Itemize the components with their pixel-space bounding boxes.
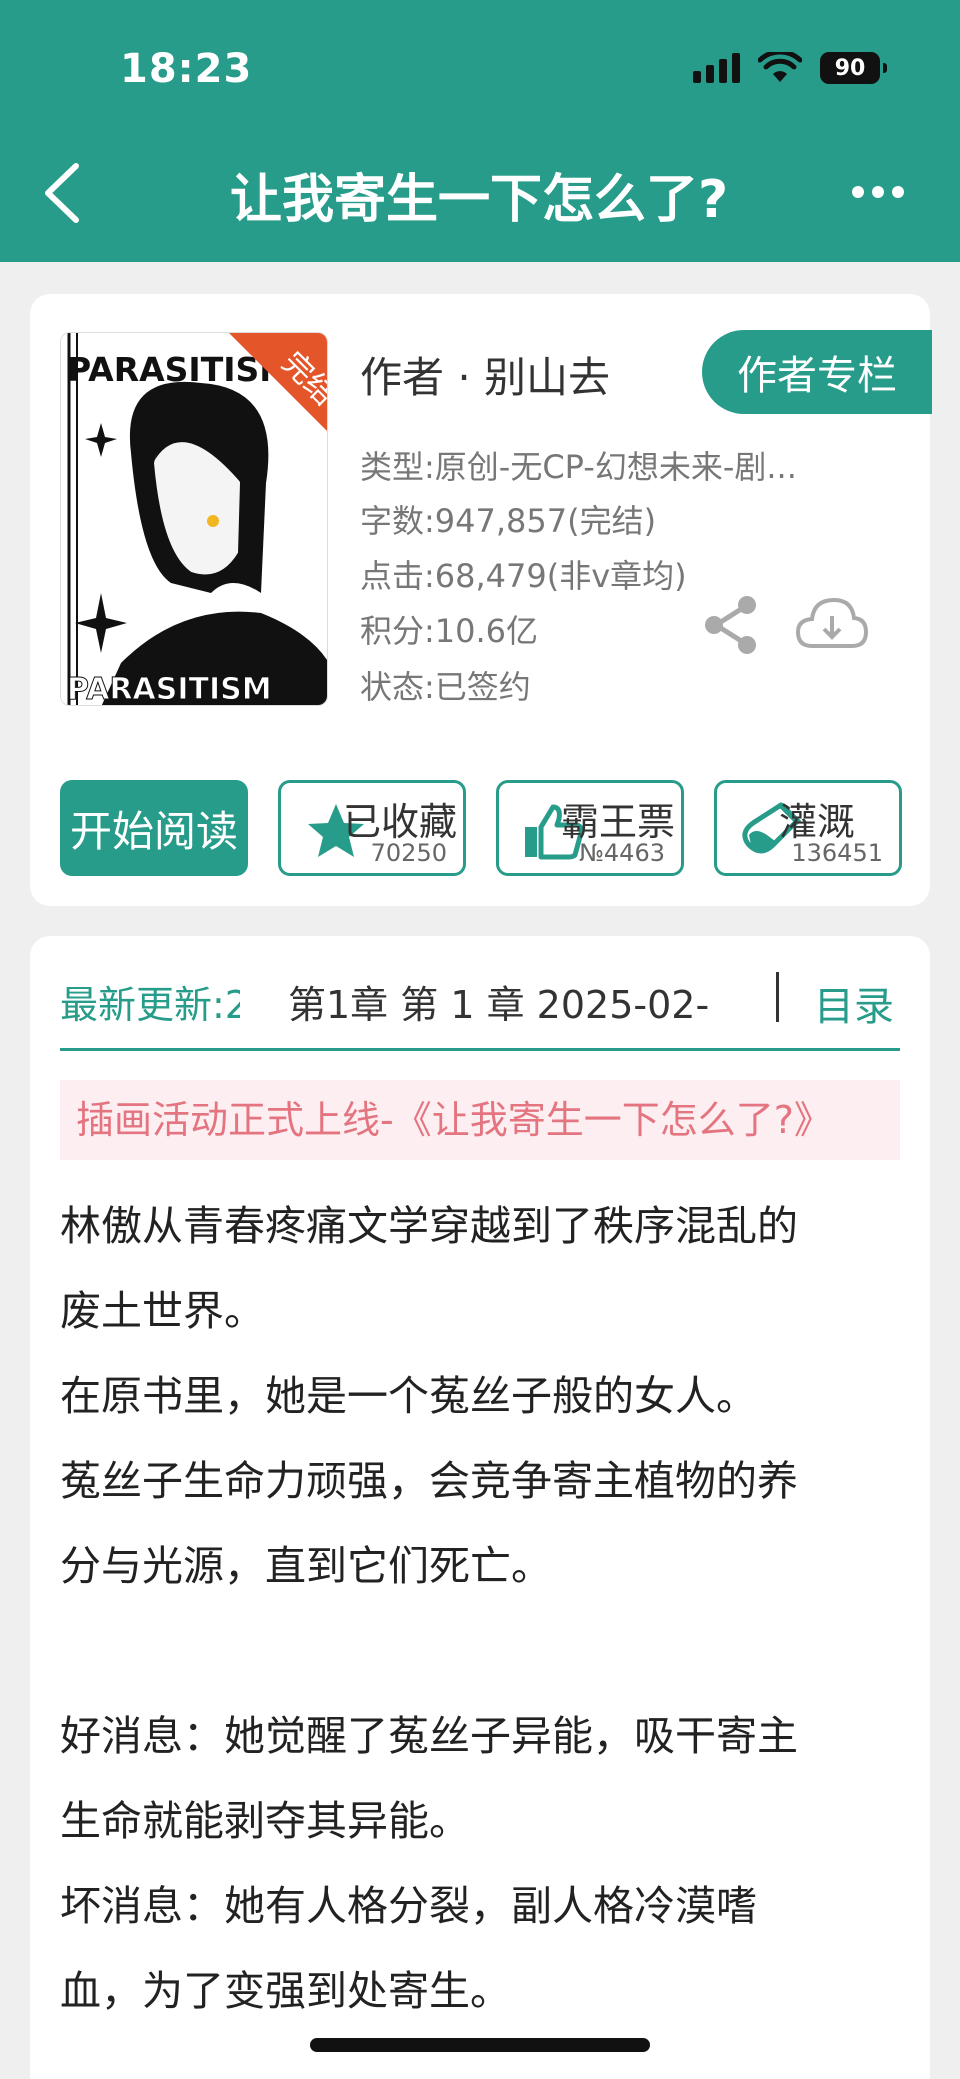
word-count: 字数:947,857(完结): [360, 502, 657, 540]
battery-icon: 90: [820, 52, 887, 84]
home-indicator: [310, 2038, 650, 2052]
status-icons: 90: [693, 52, 887, 84]
book-info-card: PARASITISM PARASITISM 完结 作者 · 别山去 作者专栏 类…: [30, 294, 932, 906]
vote-count: №4463: [578, 839, 665, 867]
status-time: 18:23: [120, 46, 253, 92]
share-icon[interactable]: [700, 594, 762, 656]
book-introduction: 林傲从青春疼痛文学穿越到了秩序混乱的 废土世界。 在原书里，她是一个菟丝子般的女…: [60, 1202, 798, 2015]
table-of-contents-link[interactable]: 目录: [814, 974, 894, 1032]
divider-line: [60, 1048, 900, 1051]
nutrient-count: 136451: [791, 839, 883, 867]
cover-title-bottom: PARASITISM: [67, 672, 272, 706]
vote-button[interactable]: 霸王票 №4463: [496, 780, 684, 876]
start-reading-button[interactable]: 开始阅读: [60, 780, 248, 876]
back-icon[interactable]: [38, 158, 88, 228]
latest-update-label: 最新更新:2: [60, 983, 240, 1027]
content-card: 最新更新:2 第1章 第 1 章 2025-02- 目录 插画活动正式上线-《让…: [30, 936, 930, 2079]
wifi-icon: [758, 52, 802, 82]
vote-label: 霸王票: [561, 800, 676, 844]
author-name[interactable]: 作者 · 别山去: [360, 344, 610, 405]
book-cover[interactable]: PARASITISM PARASITISM 完结: [60, 332, 328, 706]
collect-button[interactable]: 已收藏 70250: [278, 780, 466, 876]
cloud-download-icon[interactable]: [794, 594, 870, 656]
more-icon[interactable]: [852, 186, 904, 198]
nutrient-label: 灌溉: [779, 800, 856, 844]
collect-count: 70250: [370, 839, 447, 867]
nutrient-button[interactable]: 灌溉 136451: [714, 780, 902, 876]
cover-illustration: PARASITISM PARASITISM 完结: [61, 333, 327, 706]
book-type: 类型:原创-无CP-幻想未来-剧...: [360, 448, 797, 486]
latest-chapter-link[interactable]: 第1章 第 1 章 2025-02-: [288, 974, 718, 1029]
signal-icon: [693, 53, 740, 83]
page-title: 让我寄生一下怎么了?: [230, 170, 729, 230]
score: 积分:10.6亿: [360, 612, 539, 650]
click-count: 点击:68,479(非v章均): [360, 557, 687, 595]
collect-label: 已收藏: [343, 800, 458, 844]
sign-status: 状态:已签约: [360, 668, 531, 706]
top-bar: 18:23 90 让我寄生一下怎么了?: [0, 0, 960, 262]
divider: [776, 972, 779, 1022]
promo-banner[interactable]: 插画活动正式上线-《让我寄生一下怎么了?》: [60, 1080, 900, 1160]
author-column-button[interactable]: 作者专栏: [702, 330, 932, 414]
